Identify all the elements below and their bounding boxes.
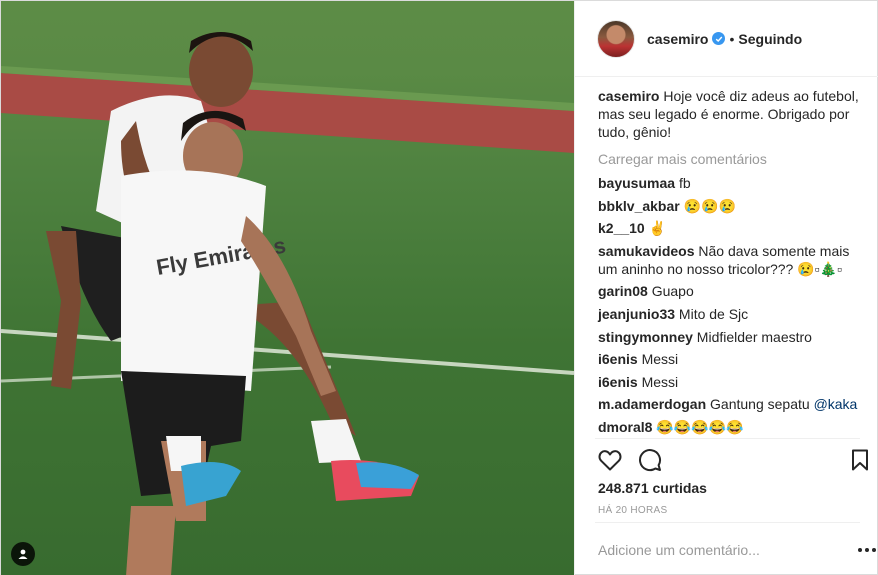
comment-text: ✌ (648, 220, 667, 237)
comment-item: jeanjunio33 Mito de Sjc (598, 305, 866, 323)
follow-button[interactable]: Seguindo (738, 31, 802, 47)
comment-item: bayusumaa fb (598, 174, 866, 192)
post-caption: casemiro Hoje você diz adeus ao futebol,… (598, 87, 866, 141)
post-sidebar: casemiro • Seguindo casemiro Hoje você d… (574, 1, 878, 575)
comment-username[interactable]: m.adamerdogan (598, 396, 706, 412)
avatar[interactable] (597, 19, 635, 58)
caption-username[interactable]: casemiro (598, 88, 659, 104)
comment-username[interactable]: k2__10 (598, 220, 645, 236)
comment-text: Messi (641, 351, 679, 368)
post-timestamp[interactable]: HÁ 20 HORAS (598, 505, 667, 516)
post-header: casemiro • Seguindo (575, 1, 878, 77)
user-tag-button[interactable] (11, 542, 35, 566)
comment-text: Messi (641, 373, 679, 390)
add-comment-input[interactable] (598, 542, 818, 558)
comment-item: i6enis Messi (598, 373, 866, 391)
post-photo[interactable]: Fly Emirates (1, 1, 574, 575)
comment-text: Gantung sepatu (710, 396, 810, 413)
verified-badge-icon (712, 32, 726, 45)
photo-illustration: Fly Emirates (1, 32, 574, 575)
actions-divider (595, 438, 860, 439)
comment-username[interactable]: jeanjunio33 (598, 306, 675, 322)
comment-text: fb (678, 175, 691, 191)
heart-icon (598, 450, 622, 471)
comment-username[interactable]: bbklv_akbar (598, 198, 680, 214)
comment-bubble-icon (639, 449, 662, 472)
comment-text: 😂😂😂😂😂 (656, 418, 744, 435)
comment-username[interactable]: i6enis (598, 351, 638, 367)
save-button[interactable] (849, 447, 871, 473)
comment-button[interactable] (637, 447, 663, 473)
likes-count[interactable]: 248.871 curtidas (598, 480, 707, 496)
comment-item: dmoral8 😂😂😂😂😂 (598, 418, 866, 436)
comment-item: i6enis Messi (598, 350, 866, 368)
comment-item: stingymonney Midfielder maestro (598, 328, 866, 346)
comment-item: k2__10 ✌ (598, 219, 866, 237)
comment-item: bbklv_akbar 😢😢😢 (598, 197, 866, 215)
comment-username[interactable]: i6enis (598, 374, 638, 390)
header-separator: • (729, 30, 735, 47)
comment-username[interactable]: samukavideos (598, 243, 695, 259)
comment-text: Guapo (651, 283, 694, 300)
comment-mention-link[interactable]: @kaka (814, 396, 858, 412)
comment-username[interactable]: stingymonney (598, 329, 693, 345)
comment-username[interactable]: dmoral8 (598, 419, 652, 435)
bookmark-icon (852, 449, 868, 471)
comment-item: garin08 Guapo (598, 282, 866, 300)
more-options-icon[interactable] (858, 542, 876, 558)
comment-text: Midfielder maestro (696, 328, 812, 345)
comment-item: m.adamerdogan Gantung sepatu @kaka (598, 395, 866, 413)
user-tag-icon (18, 549, 28, 559)
comment-text: Mito de Sjc (678, 305, 749, 322)
comment-input-divider (595, 522, 860, 523)
player-front: Fly Emirates (121, 110, 336, 575)
comment-item: samukavideos Não dava somente mais um an… (598, 242, 866, 278)
load-more-comments-button[interactable]: Carregar mais comentários (598, 151, 866, 167)
header-username[interactable]: casemiro (647, 31, 708, 47)
instagram-post: Fly Emirates casemiro • Seguindo casemir… (0, 0, 878, 575)
action-bar (597, 447, 677, 473)
comments-list: casemiro Hoje você diz adeus ao futebol,… (598, 87, 866, 441)
comment-text: 😢😢😢 (683, 197, 736, 214)
comment-username[interactable]: garin08 (598, 283, 648, 299)
comment-username[interactable]: bayusumaa (598, 175, 675, 191)
like-button[interactable] (597, 447, 623, 473)
